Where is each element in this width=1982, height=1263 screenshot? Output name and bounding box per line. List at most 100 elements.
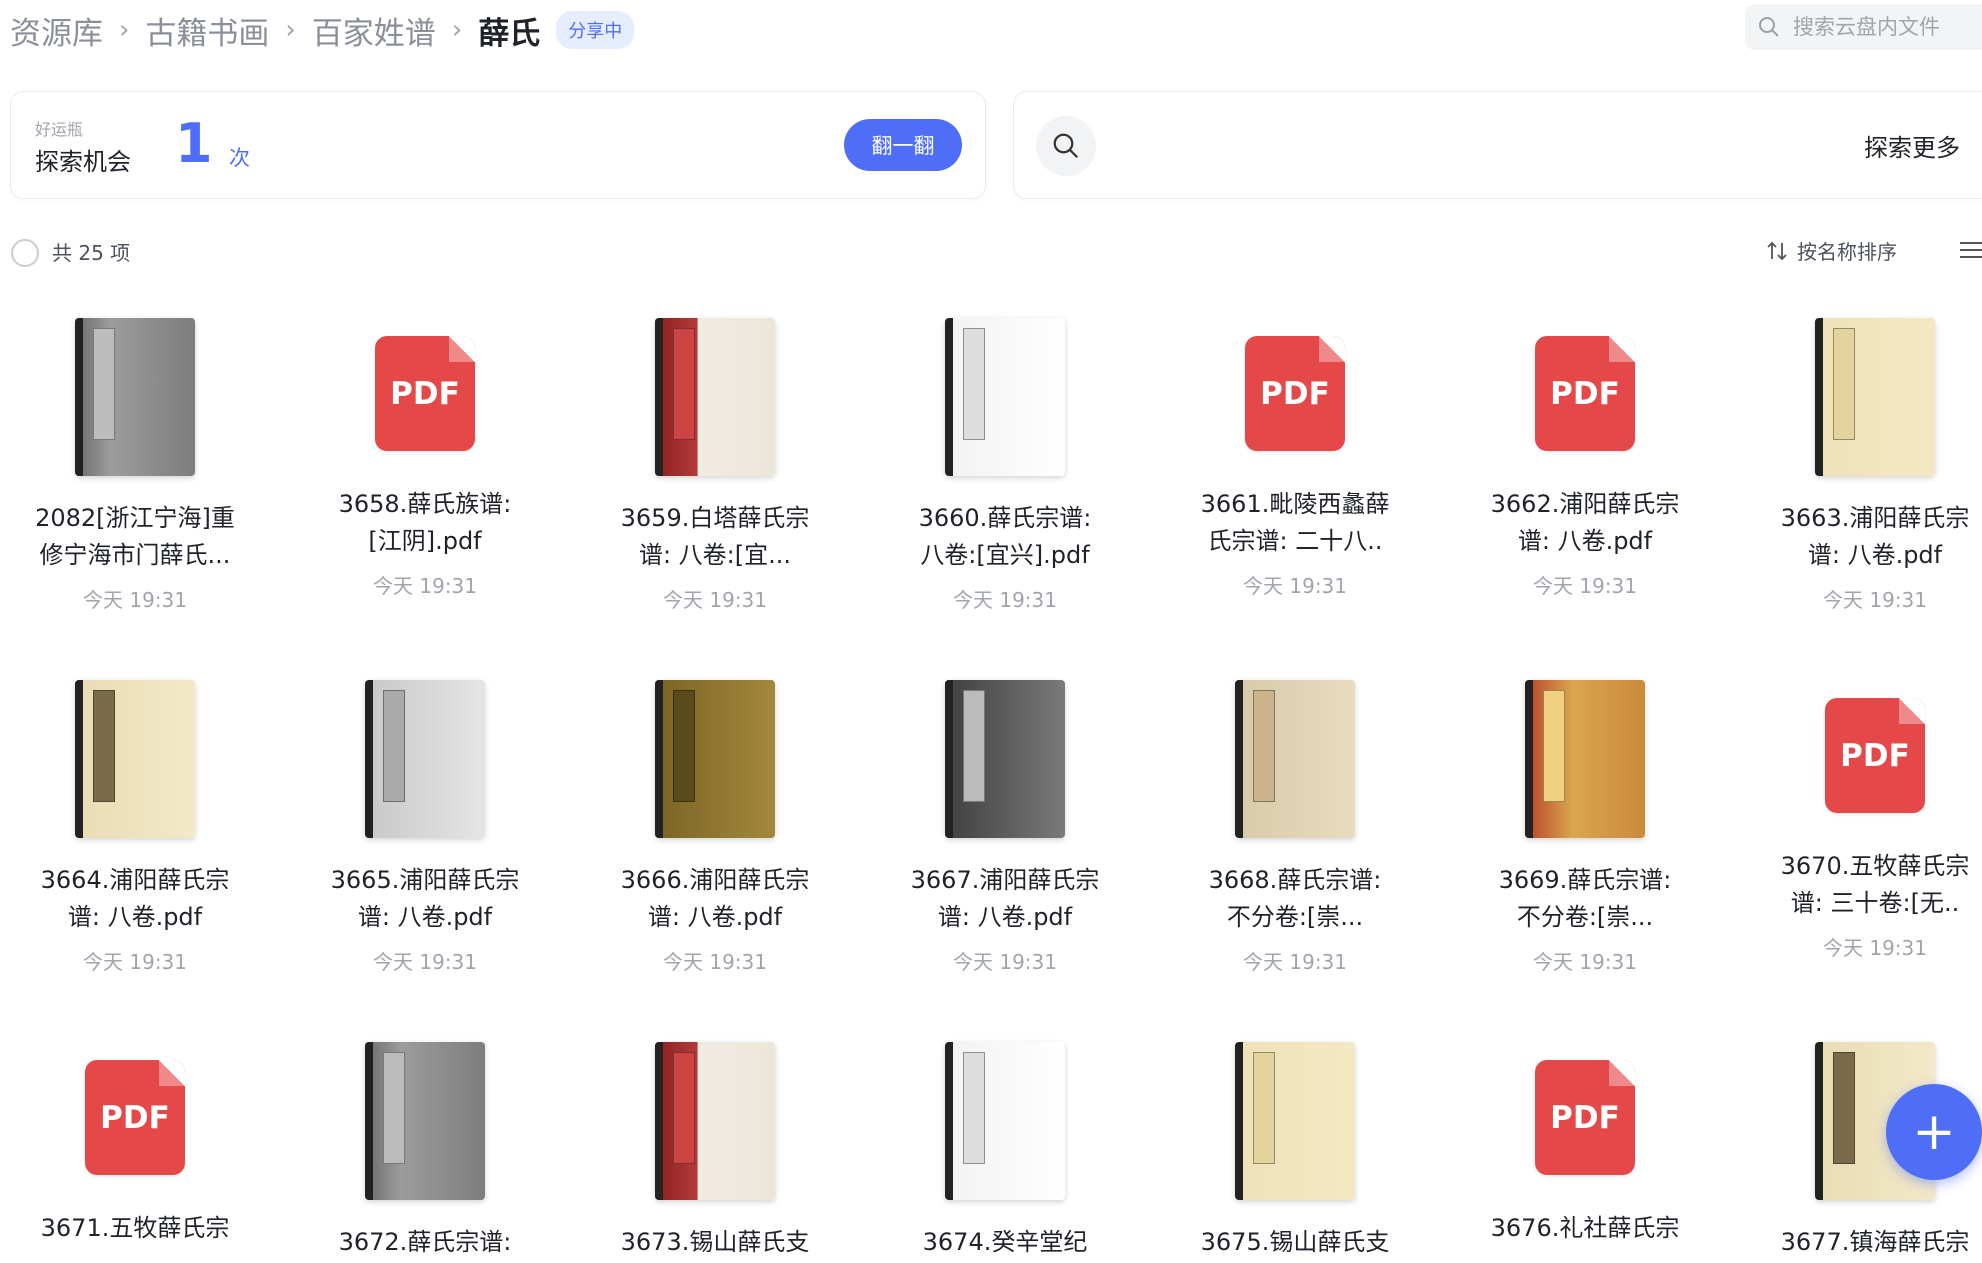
book-spine	[365, 1042, 373, 1200]
book-spine	[365, 680, 373, 838]
book-spine	[655, 1042, 663, 1200]
book-spine	[75, 318, 83, 476]
book-title-strip	[673, 690, 695, 802]
book-title-strip	[93, 328, 115, 440]
lucky-bottle-label: 好运瓶	[35, 120, 84, 139]
sort-button[interactable]: 按名称排序	[1765, 236, 1897, 265]
book-cover-thumbnail	[655, 1042, 775, 1200]
file-name-line: 3665.浦阳薛氏宗	[330, 866, 520, 894]
explore-search-button[interactable]	[1036, 116, 1096, 176]
book-cover-thumbnail	[365, 680, 485, 838]
file-modified-time: 今天 19:31	[663, 588, 767, 612]
pdf-file-icon: PDF	[1245, 336, 1345, 451]
file-name-line: 谱: 八卷.pdf	[67, 903, 203, 931]
book-cover-thumbnail	[945, 1042, 1065, 1200]
breadcrumb-item[interactable]: 资源库	[10, 8, 103, 53]
item-count: 共 25 项	[52, 241, 131, 265]
file-name-line: 3662.浦阳薛氏宗	[1490, 490, 1680, 518]
file-name-line: 八卷:[宜兴].pdf	[920, 541, 1090, 569]
file-name-line: 3675.锡山薛氏支	[1200, 1228, 1390, 1256]
book-title-strip	[673, 328, 695, 440]
book-spine	[75, 680, 83, 838]
add-button[interactable]: +	[1886, 1084, 1982, 1180]
file-name-line: [江阴].pdf	[368, 527, 482, 555]
search-input[interactable]	[1791, 14, 1982, 40]
file-name-line: 氏宗谱: 二十八..	[1207, 527, 1383, 555]
chance-unit: 次	[229, 146, 250, 170]
book-spine	[1525, 680, 1533, 838]
file-modified-time: 今天 19:31	[663, 950, 767, 974]
file-modified-time: 今天 19:31	[1823, 588, 1927, 612]
share-status-badge[interactable]: 分享中	[556, 11, 635, 49]
file-modified-time: 今天 19:31	[373, 950, 477, 974]
sort-icon	[1767, 241, 1787, 260]
file-modified-time: 今天 19:31	[1533, 574, 1637, 598]
breadcrumb-item[interactable]: 古籍书画	[145, 8, 269, 53]
list-view-icon[interactable]	[1958, 240, 1982, 260]
book-title-strip	[1833, 1052, 1855, 1164]
explore-card[interactable]: 探索更多	[1013, 91, 1982, 199]
breadcrumb-separator: ›	[451, 15, 463, 45]
search-box[interactable]	[1745, 4, 1982, 50]
file-name-line: 3673.锡山薛氏支	[620, 1228, 810, 1256]
chance-count: 1	[175, 112, 213, 175]
book-cover-thumbnail	[655, 318, 775, 476]
file-modified-time: 今天 19:31	[373, 574, 477, 598]
book-cover-thumbnail	[945, 680, 1065, 838]
file-name-line: 3672.薛氏宗谱:	[338, 1228, 512, 1256]
file-name-line: 3661.毗陵西蠡薛	[1200, 490, 1390, 518]
book-title-strip	[963, 328, 985, 440]
book-spine	[1235, 1042, 1243, 1200]
book-cover-thumbnail	[655, 680, 775, 838]
lucky-bottle-card: 好运瓶 探索机会 1 次 翻一翻	[10, 91, 986, 199]
book-cover-thumbnail	[1525, 680, 1645, 838]
breadcrumb: 资源库 › 古籍书画 › 百家姓谱 › 薛氏 分享中	[10, 6, 635, 54]
explore-chance-label: 探索机会	[35, 148, 131, 176]
book-title-strip	[1833, 328, 1855, 440]
pdf-file-icon: PDF	[1825, 698, 1925, 813]
file-modified-time: 今天 19:31	[1823, 936, 1927, 960]
explore-more-link[interactable]: 探索更多	[1864, 128, 1960, 163]
book-title-strip	[383, 690, 405, 802]
file-name-line: 3660.薛氏宗谱:	[918, 504, 1092, 532]
book-title-strip	[383, 1052, 405, 1164]
file-name-line: 谱: 八卷:[宜...	[638, 541, 792, 569]
book-spine	[1815, 1042, 1823, 1200]
file-modified-time: 今天 19:31	[83, 950, 187, 974]
book-title-strip	[963, 1052, 985, 1164]
book-spine	[1815, 318, 1823, 476]
book-cover-thumbnail	[1235, 680, 1355, 838]
breadcrumb-item[interactable]: 百家姓谱	[312, 8, 436, 53]
book-cover-thumbnail	[365, 1042, 485, 1200]
file-name-line: 3668.薛氏宗谱:	[1208, 866, 1382, 894]
book-spine	[945, 318, 953, 476]
book-spine	[655, 680, 663, 838]
flip-button[interactable]: 翻一翻	[844, 119, 962, 171]
file-modified-time: 今天 19:31	[83, 588, 187, 612]
file-name-line: 不分卷:[崇...	[1516, 903, 1654, 931]
book-title-strip	[963, 690, 985, 802]
file-modified-time: 今天 19:31	[953, 950, 1057, 974]
file-modified-time: 今天 19:31	[1243, 950, 1347, 974]
book-cover-thumbnail	[1815, 318, 1935, 476]
file-name-line: 3670.五牧薛氏宗	[1780, 852, 1970, 880]
book-cover-thumbnail	[75, 680, 195, 838]
file-name-line: 谱: 八卷.pdf	[937, 903, 1073, 931]
file-name-line: 3667.浦阳薛氏宗	[910, 866, 1100, 894]
sort-label: 按名称排序	[1797, 240, 1897, 264]
book-cover-thumbnail	[75, 318, 195, 476]
file-name-line: 谱: 八卷.pdf	[647, 903, 783, 931]
file-name-line: 修宁海市门薛氏...	[39, 541, 231, 569]
book-cover-thumbnail	[945, 318, 1065, 476]
file-name-line: 谱: 八卷.pdf	[357, 903, 493, 931]
search-icon	[1759, 17, 1779, 37]
file-name-line: 3677.镇海薛氏宗	[1780, 1228, 1970, 1256]
search-icon	[1053, 133, 1079, 159]
book-title-strip	[1543, 690, 1565, 802]
file-name-line: 谱: 三十卷:[无..	[1790, 889, 1960, 917]
select-all-checkbox[interactable]	[11, 239, 39, 267]
file-name-line: 2082[浙江宁海]重	[35, 504, 235, 532]
file-name-line: 3666.浦阳薛氏宗	[620, 866, 810, 894]
file-modified-time: 今天 19:31	[953, 588, 1057, 612]
file-name-line: 不分卷:[崇...	[1226, 903, 1364, 931]
